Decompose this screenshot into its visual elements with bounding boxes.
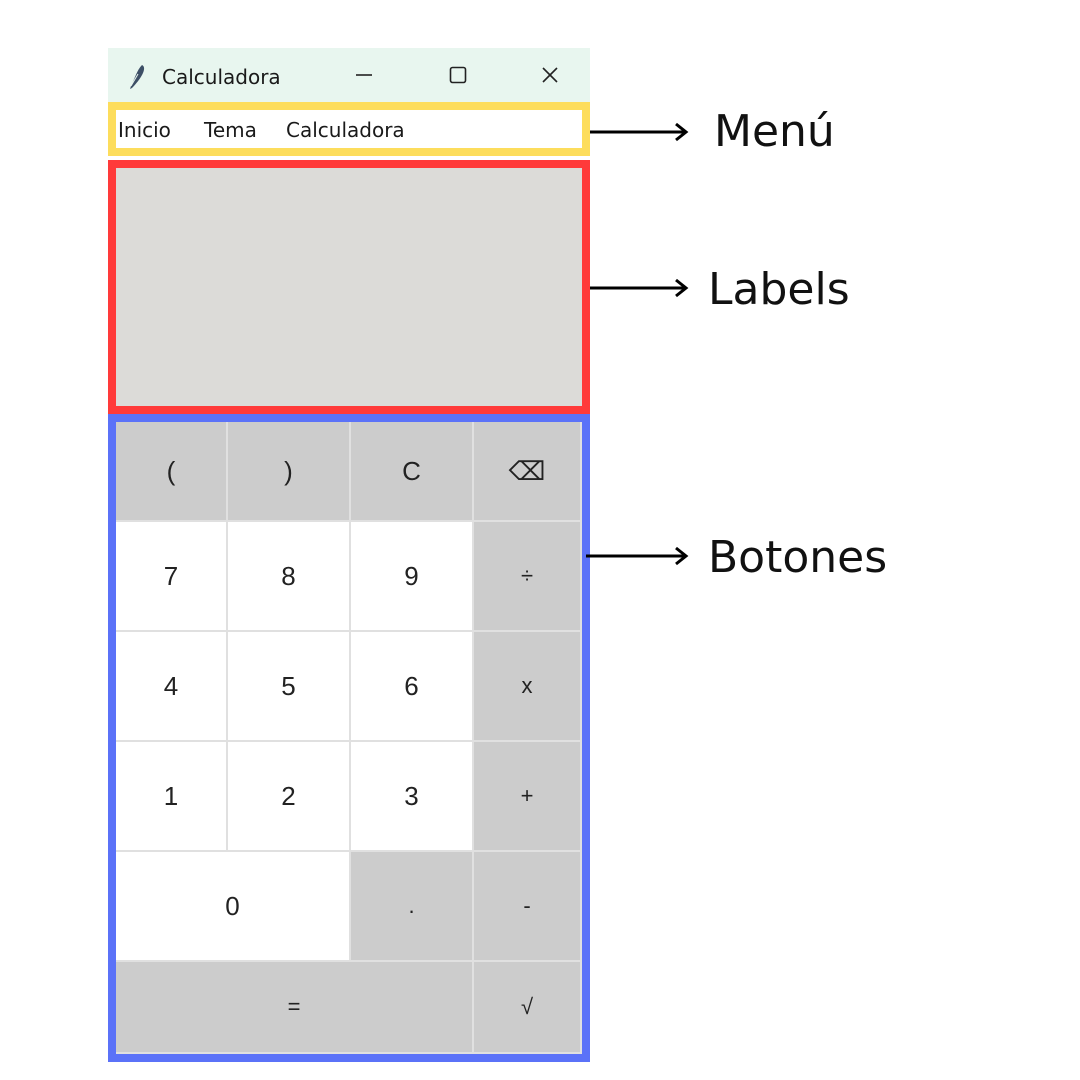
multiply-button[interactable]: x bbox=[474, 632, 582, 742]
digit-8-button[interactable]: 8 bbox=[228, 522, 351, 632]
window-title: Calculadora bbox=[162, 65, 281, 89]
menu-item-inicio[interactable]: Inicio bbox=[118, 118, 171, 142]
buttons-arrow bbox=[586, 546, 689, 566]
menu-arrow bbox=[590, 122, 689, 142]
backspace-button[interactable]: ⌫ bbox=[474, 422, 582, 522]
digit-6-button[interactable]: 6 bbox=[351, 632, 474, 742]
buttons-annotation: Botones bbox=[708, 532, 888, 583]
close-paren-button[interactable]: ) bbox=[228, 422, 351, 522]
subtract-button[interactable]: - bbox=[474, 852, 582, 962]
display-area bbox=[108, 160, 590, 414]
menu-item-tema[interactable]: Tema bbox=[204, 118, 257, 142]
divide-button[interactable]: ÷ bbox=[474, 522, 582, 632]
digit-2-button[interactable]: 2 bbox=[228, 742, 351, 852]
labels-arrow bbox=[590, 278, 689, 298]
feather-icon bbox=[126, 64, 148, 90]
digit-5-button[interactable]: 5 bbox=[228, 632, 351, 742]
menu-annotation: Menú bbox=[714, 106, 835, 157]
maximize-icon[interactable] bbox=[438, 60, 478, 90]
labels-annotation: Labels bbox=[708, 264, 850, 315]
close-icon[interactable] bbox=[530, 60, 570, 90]
digit-9-button[interactable]: 9 bbox=[351, 522, 474, 632]
digit-0-button[interactable]: 0 bbox=[116, 852, 351, 962]
menu-bar: Inicio Tema Calculadora bbox=[108, 102, 590, 156]
equals-button[interactable]: = bbox=[116, 962, 474, 1054]
clear-button[interactable]: C bbox=[351, 422, 474, 522]
buttons-area: ( ) C ⌫ 7 8 9 ÷ 4 5 6 x 1 2 3 + 0 . - = … bbox=[108, 414, 590, 1062]
digit-7-button[interactable]: 7 bbox=[116, 522, 228, 632]
digit-4-button[interactable]: 4 bbox=[116, 632, 228, 742]
decimal-button[interactable]: . bbox=[351, 852, 474, 962]
minimize-icon[interactable] bbox=[344, 60, 384, 90]
open-paren-button[interactable]: ( bbox=[116, 422, 228, 522]
title-bar[interactable]: Calculadora bbox=[108, 48, 590, 102]
digit-1-button[interactable]: 1 bbox=[116, 742, 228, 852]
backspace-icon: ⌫ bbox=[508, 455, 546, 486]
sqrt-button[interactable]: √ bbox=[474, 962, 582, 1054]
menu-item-calculadora[interactable]: Calculadora bbox=[286, 118, 405, 142]
add-button[interactable]: + bbox=[474, 742, 582, 852]
calculator-window: Calculadora Inicio Tema Calculadora ( ) … bbox=[108, 48, 590, 1062]
digit-3-button[interactable]: 3 bbox=[351, 742, 474, 852]
